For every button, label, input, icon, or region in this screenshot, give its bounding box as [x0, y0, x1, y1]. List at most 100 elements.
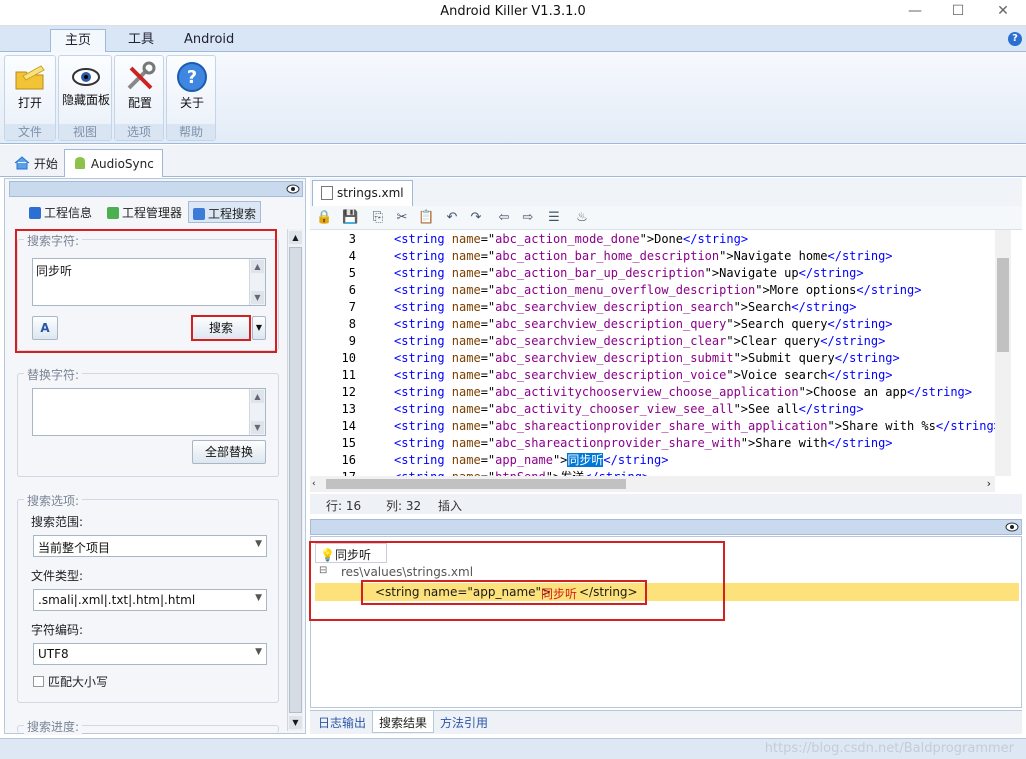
string-name: abc_searchview_description_submit	[495, 351, 734, 365]
string-value: Clear query	[740, 334, 821, 348]
tab-project-search[interactable]: 工程搜索	[188, 201, 262, 223]
replace-input-scrollbar[interactable]: ▲ ▼	[249, 389, 265, 435]
format-icon[interactable]: ☰	[546, 210, 562, 226]
xml-tag: </string>	[798, 402, 864, 416]
code-vertical-scrollbar[interactable]	[995, 230, 1011, 476]
code-content: <string name="abc_shareactionprovider_sh…	[394, 418, 995, 435]
chevron-down-icon: ▼	[255, 593, 262, 603]
eye-icon[interactable]	[1005, 521, 1019, 533]
left-panel-scrollbar[interactable]: ▲ ▼	[287, 229, 303, 731]
progress-legend: 搜索进度:	[24, 718, 83, 735]
ribbon-group-options: 配置 选项	[114, 55, 164, 141]
back-icon[interactable]: ⇦	[496, 210, 512, 226]
tab-search-results[interactable]: 搜索结果	[372, 711, 435, 733]
string-name: abc_activity_chooser_view_see_all	[495, 402, 734, 416]
xml-attr: name	[444, 351, 481, 365]
xml-punct: ">	[704, 266, 720, 280]
left-panel-header	[9, 181, 303, 197]
left-panel: 工程信息 工程管理器 工程搜索 搜索字符: 同步听 ▲ ▼ A 搜索 ▼ 替换字符…	[4, 178, 306, 735]
tab-method-refs[interactable]: 方法引用	[434, 711, 494, 733]
config-button[interactable]: 配置	[117, 58, 163, 111]
open-button[interactable]: 打开	[7, 58, 53, 111]
hide-panel-button[interactable]: 隐藏面板	[61, 58, 111, 107]
scroll-thumb[interactable]	[997, 258, 1009, 352]
java-icon[interactable]: ♨	[574, 210, 590, 226]
xml-punct: ="	[480, 300, 496, 314]
code-horizontal-scrollbar[interactable]: ‹ ›	[310, 476, 995, 492]
scroll-up-arrow[interactable]: ▲	[289, 231, 302, 244]
group-label-view: 视图	[59, 124, 111, 140]
replace-input[interactable]: ▲ ▼	[32, 388, 266, 436]
replace-all-button[interactable]: 全部替换	[192, 440, 266, 464]
editor-tab-strip: strings.xml	[310, 178, 1022, 206]
code-content: <string name="abc_searchview_description…	[394, 316, 893, 333]
match-case-checkbox[interactable]: 匹配大小写	[33, 673, 108, 690]
copy-icon[interactable]: ⎘	[370, 210, 386, 226]
checkbox-box[interactable]	[33, 676, 44, 687]
paste-icon[interactable]: 📋	[418, 210, 434, 226]
tab-strings-xml[interactable]: strings.xml	[312, 180, 413, 206]
xml-tag: <string	[394, 402, 445, 416]
android-icon	[75, 157, 85, 169]
close-button[interactable]: ✕	[988, 2, 1018, 22]
xml-tag: </string>	[791, 300, 857, 314]
help-icon[interactable]: ?	[1008, 32, 1022, 46]
tools-icon	[127, 61, 156, 90]
xml-punct: ="	[480, 402, 496, 416]
window-title: Android Killer V1.3.1.0	[440, 4, 586, 19]
ribbon-tab-android[interactable]: Android	[170, 29, 248, 52]
maximize-button[interactable]: ☐	[943, 2, 973, 22]
scroll-thumb[interactable]	[326, 479, 626, 489]
xml-tag: </string>	[827, 249, 893, 263]
save-icon[interactable]: 💾	[342, 210, 358, 226]
string-name: abc_action_mode_done	[495, 232, 640, 246]
encoding-label: 字符编码:	[31, 623, 84, 637]
lock-icon[interactable]: 🔒	[316, 210, 332, 226]
xml-attr: name	[444, 368, 481, 382]
ribbon-tab-tools[interactable]: 工具	[114, 29, 168, 52]
filetype-value: .smali|.xml|.txt|.htm|.html	[38, 593, 196, 607]
about-button[interactable]: ? 关于	[169, 58, 215, 111]
scroll-down-arrow[interactable]: ▼	[289, 716, 302, 729]
xml-tag: <string	[394, 317, 445, 331]
xml-tag: </string>	[820, 334, 886, 348]
editor-status-bar: 行: 16 列: 32 插入	[310, 494, 1022, 514]
chevron-down-icon: ▼	[255, 647, 262, 657]
scroll-left-arrow[interactable]: ‹	[312, 479, 320, 489]
cut-icon[interactable]: ✂	[394, 210, 410, 226]
string-name: abc_action_menu_overflow_description	[495, 283, 756, 297]
column-indicator: 列: 32	[386, 499, 422, 513]
tab-project-info[interactable]: 工程信息	[25, 201, 96, 223]
tab-project-manager-label: 工程管理器	[122, 206, 183, 220]
ribbon-tab-home[interactable]: 主页	[50, 29, 107, 52]
xml-punct: ">	[719, 249, 734, 263]
eye-icon[interactable]	[286, 183, 300, 195]
redo-icon[interactable]: ↷	[468, 210, 484, 226]
encoding-select[interactable]: UTF8 ▼	[33, 643, 267, 665]
scroll-thumb[interactable]	[289, 247, 302, 713]
code-content: <string name="abc_action_menu_overflow_d…	[394, 282, 921, 299]
minimize-button[interactable]: —	[900, 2, 930, 22]
tab-log-output[interactable]: 日志输出	[312, 711, 372, 733]
code-content: <string name="btnSend">发送</string>	[394, 469, 649, 476]
line-number: 6	[348, 283, 356, 297]
scope-select[interactable]: 当前整个项目 ▼	[33, 535, 267, 557]
xml-punct: ">	[726, 317, 741, 331]
filetype-select[interactable]: .smali|.xml|.txt|.htm|.html ▼	[33, 589, 267, 611]
xml-attr: name	[444, 249, 481, 263]
tab-project-manager[interactable]: 工程管理器	[103, 201, 186, 223]
undo-icon[interactable]: ↶	[444, 210, 460, 226]
results-header	[310, 519, 1022, 535]
tab-start[interactable]: 开始	[6, 149, 66, 177]
xml-tag: <string	[394, 232, 445, 246]
code-editor[interactable]: 3 <string name="abc_action_mode_done">Don…	[310, 230, 995, 476]
options-legend: 搜索选项:	[24, 492, 83, 509]
xml-tag: <string	[394, 419, 445, 433]
string-value: Share with %s	[841, 419, 936, 433]
scroll-right-arrow[interactable]: ›	[987, 477, 991, 490]
forward-icon[interactable]: ⇨	[520, 210, 536, 226]
tab-audiosync[interactable]: AudioSync	[64, 149, 163, 177]
string-value: Choose an app	[813, 385, 907, 399]
tab-project-search-label: 工程搜索	[208, 207, 257, 221]
xml-punct: ="	[480, 232, 496, 246]
